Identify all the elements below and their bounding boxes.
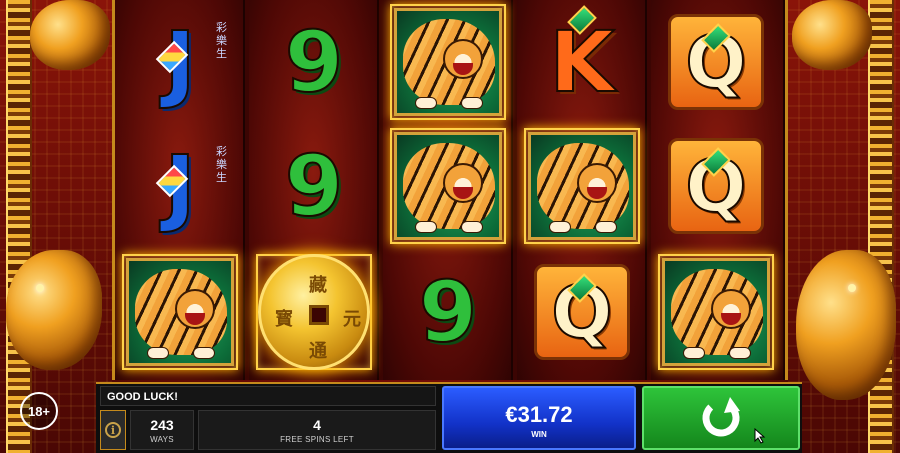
ways-label: WAYS bbox=[150, 435, 174, 444]
spin-button[interactable] bbox=[642, 386, 800, 450]
spin-arrow-icon bbox=[702, 397, 740, 437]
reel-3: 9 bbox=[383, 0, 513, 380]
symbol-9: 9 bbox=[256, 128, 372, 244]
dragon-head-top-left bbox=[30, 0, 110, 70]
win-amount: €31.72 bbox=[505, 402, 573, 427]
symbol-coin-winning: 藏 元 寳 通 bbox=[256, 254, 372, 370]
symbol-j: J 彩樂生 bbox=[122, 4, 238, 120]
symbol-9: 9 bbox=[390, 254, 506, 370]
symbol-tiger-winning bbox=[658, 254, 774, 370]
symbol-j: J 彩樂生 bbox=[122, 128, 238, 244]
number-9: 9 bbox=[418, 263, 478, 361]
symbol-tiger-winning bbox=[390, 4, 506, 120]
win-display: €31.72 WIN bbox=[442, 386, 636, 450]
reel-grid: J 彩樂生 J 彩樂生 9 9 bbox=[112, 0, 788, 380]
coin-glyph: 藏 bbox=[309, 275, 327, 296]
symbol-tiger-winning bbox=[524, 128, 640, 244]
dragon-head-bottom-right bbox=[796, 250, 896, 400]
age-restriction-badge: 18+ bbox=[20, 392, 58, 430]
dragon-head-top-right bbox=[792, 0, 872, 70]
left-gold-fret-pillar bbox=[6, 0, 32, 453]
symbol-9: 9 bbox=[256, 4, 372, 120]
symbol-q: Q bbox=[658, 4, 774, 120]
tiger-icon bbox=[528, 132, 636, 240]
symbol-q: Q bbox=[524, 254, 640, 370]
slot-game-screen: J 彩樂生 J 彩樂生 9 9 bbox=[0, 0, 900, 453]
win-label: WIN bbox=[531, 430, 547, 439]
message-bar: GOOD LUCK! bbox=[100, 386, 436, 406]
symbol-tiger-winning bbox=[390, 128, 506, 244]
ways-display: 243 WAYS bbox=[130, 410, 194, 450]
tiger-icon bbox=[662, 258, 770, 366]
coin-glyph: 通 bbox=[309, 341, 327, 362]
free-spins-label: FREE SPINS LEFT bbox=[280, 435, 354, 444]
info-icon: i bbox=[105, 422, 121, 438]
gold-coin-icon: 藏 元 寳 通 bbox=[258, 254, 370, 370]
coin-glyph: 元 bbox=[343, 309, 361, 330]
ways-value: 243 bbox=[150, 417, 174, 433]
tiger-icon bbox=[126, 258, 234, 366]
right-dragon-decoration bbox=[788, 0, 900, 453]
reel-1: J 彩樂生 J 彩樂生 bbox=[115, 0, 245, 380]
number-9: 9 bbox=[284, 13, 344, 111]
dragon-head-bottom-left bbox=[6, 250, 102, 370]
symbol-k: K bbox=[524, 4, 640, 120]
reel-2: 9 9 藏 元 寳 通 bbox=[249, 0, 379, 380]
chinese-glyphs-icon: 彩樂生 bbox=[216, 146, 227, 184]
free-spins-display: 4 FREE SPINS LEFT bbox=[198, 410, 436, 450]
mouse-cursor-icon bbox=[754, 428, 766, 444]
info-button[interactable]: i bbox=[100, 410, 126, 450]
symbol-tiger-winning bbox=[122, 254, 238, 370]
number-9: 9 bbox=[284, 137, 344, 235]
reel-4: K Q bbox=[517, 0, 647, 380]
coin-glyph: 寳 bbox=[275, 309, 293, 330]
tiger-icon bbox=[394, 132, 502, 240]
symbol-q: Q bbox=[658, 128, 774, 244]
free-spins-value: 4 bbox=[313, 417, 321, 433]
chinese-glyphs-icon: 彩樂生 bbox=[216, 22, 227, 60]
reel-5: Q Q bbox=[651, 0, 785, 380]
tiger-icon bbox=[394, 8, 502, 116]
